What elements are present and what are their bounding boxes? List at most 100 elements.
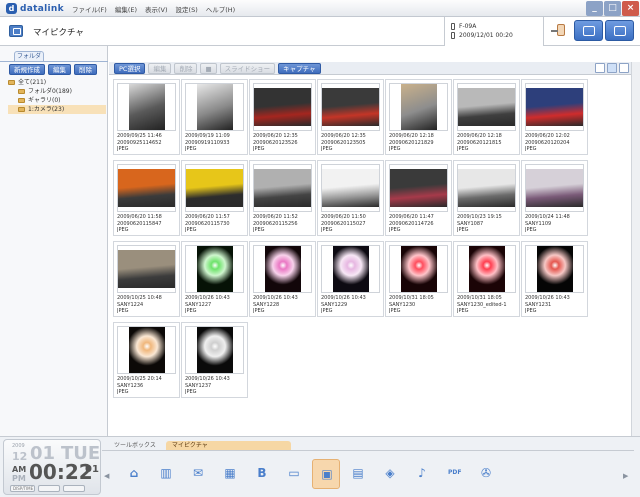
- photo-tile[interactable]: 2009/10/25 20:14 SANY1236 JPEG: [113, 322, 180, 398]
- new-folder-button[interactable]: 新規作成: [9, 64, 45, 75]
- photo-date: 2009/10/26 10:43: [185, 376, 230, 382]
- photo-tile[interactable]: 2009/06/20 11:58 20090620115847 JPEG: [113, 160, 180, 236]
- mail-dock-button[interactable]: ✉: [184, 459, 212, 489]
- menu-file[interactable]: ファイル(F): [72, 4, 107, 14]
- photo-tile[interactable]: 2009/06/20 12:18 20090620121829 JPEG: [385, 79, 452, 155]
- tab-toolbox[interactable]: ツールボックス: [108, 441, 162, 450]
- tree-item[interactable]: 1:カメラ(23): [8, 105, 106, 114]
- photo-tile[interactable]: 2009/10/26 10:43 SANY1229 JPEG: [317, 241, 384, 317]
- app-dock: ◀ ▶ ⌂ ▥ ✉ ▦ B ▭ ▣ ▤ ◈ ♪ PDF ✇: [104, 452, 632, 494]
- photo-date: 2009/10/26 10:43: [185, 295, 230, 301]
- photo-tile[interactable]: 2009/10/26 10:43 SANY1227 JPEG: [181, 241, 248, 317]
- tree-item[interactable]: フォルダ0(189): [8, 87, 106, 96]
- photo-tile[interactable]: 2009/09/25 11:46 20090925114652 JPEG: [113, 79, 180, 155]
- folder-toolbar: 新規作成 編集 削除: [9, 64, 97, 75]
- photo-thumbnail: [457, 83, 516, 131]
- brand-logo: d datalink: [6, 3, 64, 14]
- list-view-icon[interactable]: [595, 63, 605, 73]
- photo-tile[interactable]: 2009/10/24 11:48 SANY1109 JPEG: [521, 160, 588, 236]
- menu-view[interactable]: 表示(V): [145, 4, 168, 14]
- photo-tile[interactable]: 2009/10/25 10:48 SANY1224 JPEG: [113, 241, 180, 317]
- delete-photo-button[interactable]: 削除: [174, 63, 198, 74]
- photo-tile[interactable]: 2009/10/31 18:05 SANY1230 JPEG: [385, 241, 452, 317]
- stack-dock-button[interactable]: ◈: [376, 459, 404, 489]
- picture-icon: ▣: [321, 467, 333, 481]
- device-info: F-09A 2009/12/01 00:20: [444, 17, 544, 46]
- photo-tile[interactable]: 2009/06/20 11:47 20090620114726 JPEG: [385, 160, 452, 236]
- clock-zoom-button[interactable]: [38, 485, 60, 492]
- transfer-to-pc-button[interactable]: [574, 20, 603, 41]
- photo-tile[interactable]: 2009/10/26 10:43 SANY1237 JPEG: [181, 322, 248, 398]
- photo-type: JPEG: [117, 227, 129, 234]
- photo-image: [332, 246, 369, 292]
- menu-help[interactable]: ヘルプ(H): [206, 4, 235, 14]
- folder-panel: フォルダ 新規作成 編集 削除 全て(211) フォルダ0(189) ギャラリ(0)…: [0, 46, 108, 436]
- photo-image: [264, 246, 301, 292]
- photo-tile[interactable]: 2009/10/31 18:05 SANY1230_edited-1 JPEG: [453, 241, 520, 317]
- menu-settings[interactable]: 設定(S): [176, 4, 198, 14]
- photo-date: 2009/10/25 10:48: [117, 295, 162, 301]
- clock-month: 12: [12, 450, 28, 463]
- photo-date: 2009/09/19 11:09: [185, 133, 230, 139]
- photo-tile[interactable]: 2009/09/19 11:09 20090919110933 JPEG: [181, 79, 248, 155]
- picture-dock-button[interactable]: ▣: [312, 459, 340, 489]
- photo-tile[interactable]: 2009/10/26 10:43 SANY1228 JPEG: [249, 241, 316, 317]
- tools-dock-button[interactable]: ✇: [472, 459, 500, 489]
- photo-tile[interactable]: 2009/06/20 12:35 20090620123526 JPEG: [249, 79, 316, 155]
- photo-caption: 2009/09/25 11:46 20090925114652 JPEG: [117, 133, 181, 153]
- home-dock-button[interactable]: ⌂: [120, 459, 148, 489]
- tab-my-picture[interactable]: マイピクチャ: [165, 441, 291, 450]
- dock-left-arrow[interactable]: ◀: [104, 464, 110, 488]
- edit-folder-button[interactable]: 編集: [48, 64, 71, 75]
- minimize-button[interactable]: _: [586, 1, 603, 16]
- photo-date: 2009/06/20 11:57: [185, 214, 230, 220]
- disp-time-button[interactable]: DISP/TIME: [10, 485, 35, 492]
- bookmark-dock-button[interactable]: B: [248, 459, 276, 489]
- connection-plug-icon[interactable]: [551, 23, 566, 39]
- photo-tile[interactable]: 2009/06/20 12:02 20090620120204 JPEG: [521, 79, 588, 155]
- dock-right-arrow[interactable]: ▶: [623, 464, 629, 488]
- photo-tile[interactable]: 2009/06/20 11:52 20090620115256 JPEG: [249, 160, 316, 236]
- photo-tile[interactable]: 2009/10/26 10:43 SANY1231 JPEG: [521, 241, 588, 317]
- photo-type: JPEG: [321, 227, 333, 234]
- pdf-dock-button[interactable]: PDF: [440, 459, 468, 489]
- photo-grid: 2009/09/25 11:46 20090925114652 JPEG 2009/0…: [109, 76, 629, 436]
- photo-caption: 2009/06/20 11:50 20090620115027 JPEG: [321, 214, 385, 234]
- music-dock-button[interactable]: ♪: [408, 459, 436, 489]
- film-dock-button[interactable]: ▤: [344, 459, 372, 489]
- display-dock-button[interactable]: ▭: [280, 459, 308, 489]
- plug-cord: [551, 30, 558, 32]
- clock-option-button[interactable]: [63, 485, 85, 492]
- capture-button[interactable]: キャプチャ: [278, 63, 321, 74]
- large-view-icon[interactable]: [619, 63, 629, 73]
- calendar-dock-button[interactable]: ▦: [216, 459, 244, 489]
- pc-select-button[interactable]: PC選択: [114, 63, 146, 74]
- photo-tile[interactable]: 2009/06/20 12:35 20090620123505 JPEG: [317, 79, 384, 155]
- grid-scrollbar[interactable]: [631, 62, 640, 436]
- photo-tile[interactable]: 2009/10/23 19:15 SANY1087 JPEG: [453, 160, 520, 236]
- photo-caption: 2009/06/20 11:47 20090620114726 JPEG: [389, 214, 453, 234]
- close-button[interactable]: ×: [622, 1, 639, 16]
- photo-tile[interactable]: 2009/06/20 12:18 20090620121815 JPEG: [453, 79, 520, 155]
- lock-button[interactable]: ■: [200, 63, 217, 74]
- delete-folder-button[interactable]: 削除: [74, 64, 97, 75]
- clock-seconds: 01: [85, 464, 99, 475]
- clock-buttons: DISP/TIME: [10, 485, 85, 492]
- maximize-button[interactable]: □: [604, 1, 621, 16]
- edit-photo-button[interactable]: 編集: [148, 63, 172, 74]
- tree-item[interactable]: 全て(211): [8, 78, 106, 87]
- menu-edit[interactable]: 編集(E): [115, 4, 137, 14]
- book-dock-button[interactable]: ▥: [152, 459, 180, 489]
- transfer-to-phone-button[interactable]: [605, 20, 634, 41]
- photo-image: [128, 327, 165, 373]
- photo-thumbnail: [525, 164, 584, 212]
- grid-view-icon[interactable]: [607, 63, 617, 73]
- photo-tile[interactable]: 2009/06/20 11:57 20090620115730 JPEG: [181, 160, 248, 236]
- photo-type: JPEG: [253, 308, 265, 315]
- photo-name: SANY1230: [389, 301, 416, 308]
- photo-tile[interactable]: 2009/06/20 11:50 20090620115027 JPEG: [317, 160, 384, 236]
- photo-caption: 2009/06/20 12:35 20090620123505 JPEG: [321, 133, 385, 153]
- slideshow-button[interactable]: スライドショー: [219, 63, 276, 74]
- tree-item[interactable]: ギャラリ(0): [8, 96, 106, 105]
- photo-date: 2009/10/31 18:05: [389, 295, 434, 301]
